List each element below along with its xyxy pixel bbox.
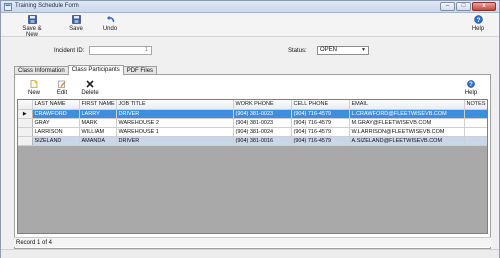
help-icon: ? bbox=[473, 15, 483, 24]
column-header-email[interactable]: EMAIL bbox=[349, 100, 465, 110]
main-toolbar: Save & New Save Undo ? Help bbox=[1, 13, 499, 38]
svg-text:?: ? bbox=[476, 17, 480, 24]
panel-help-label: Help bbox=[464, 90, 478, 96]
cell-last-name[interactable]: SIZELAND bbox=[32, 136, 80, 146]
delete-button[interactable]: Delete bbox=[81, 80, 99, 96]
row-selector-header[interactable] bbox=[18, 100, 33, 110]
chevron-down-icon[interactable]: ▼ bbox=[360, 48, 367, 53]
cell-first-name[interactable]: AMANDA bbox=[79, 136, 117, 146]
undo-label: Undo bbox=[102, 26, 118, 32]
cell-first-name[interactable]: LARRY bbox=[79, 109, 117, 119]
help-label: Help bbox=[471, 26, 485, 32]
edit-button[interactable]: Edit bbox=[56, 80, 68, 96]
record-navigator: Record 1 of 4 bbox=[14, 237, 491, 247]
training-schedule-window: Training Schedule Form – □ x Save & New … bbox=[0, 0, 500, 258]
edit-label: Edit bbox=[56, 90, 68, 96]
grid-header-row: LAST NAME FIRST NAME JOB TITLE WORK PHON… bbox=[18, 100, 487, 110]
incident-id-field[interactable]: 1 bbox=[89, 46, 152, 55]
column-header-work-phone[interactable]: WORK PHONE bbox=[233, 100, 292, 110]
new-label: New bbox=[27, 90, 40, 96]
table-row[interactable]: GRAY MARK WAREHOUSE 2 (904) 381-0023 (90… bbox=[18, 118, 487, 128]
new-icon bbox=[30, 80, 38, 88]
table-row[interactable]: LARRISON WILLIAM WAREHOUSE 1 (904) 381-0… bbox=[18, 127, 487, 137]
title-bar[interactable]: Training Schedule Form – □ x bbox=[1, 1, 499, 13]
new-button[interactable]: New bbox=[27, 80, 41, 96]
cell-cell-phone[interactable]: (904) 716-4579 bbox=[291, 118, 350, 128]
cell-notes[interactable] bbox=[464, 136, 487, 146]
cell-work-phone[interactable]: (904) 381-0016 bbox=[233, 136, 292, 146]
tab-class-participants[interactable]: Class Participants bbox=[67, 65, 124, 75]
column-header-cell-phone[interactable]: CELL PHONE bbox=[291, 100, 350, 110]
table-row[interactable]: ▶ CRAWFORD LARRY DRIVER (904) 381-0023 (… bbox=[18, 109, 487, 119]
row-selector[interactable] bbox=[18, 127, 33, 137]
window-title: Training Schedule Form bbox=[15, 3, 79, 9]
row-selector[interactable] bbox=[18, 118, 33, 128]
status-label: Status: bbox=[288, 48, 307, 54]
cell-email[interactable]: L.CRAWFORD@FLEETWISEVB.COM bbox=[349, 109, 465, 119]
row-selector[interactable] bbox=[18, 136, 33, 146]
participants-panel: New Edit Delete ? Help LAST NAME FIRST N… bbox=[14, 74, 491, 249]
maximize-button[interactable]: □ bbox=[456, 2, 471, 11]
cell-notes[interactable] bbox=[464, 127, 487, 137]
save-and-new-button[interactable]: Save & New bbox=[16, 15, 48, 38]
cell-job-title[interactable]: WAREHOUSE 2 bbox=[116, 118, 234, 128]
delete-label: Delete bbox=[81, 90, 99, 96]
cell-email[interactable]: M.GRAY@FLEETWISEVB.COM bbox=[349, 118, 465, 128]
cell-email[interactable]: A.SIZELAND@FLEETWISEVB.COM bbox=[349, 136, 465, 146]
record-count-text: Record 1 of 4 bbox=[16, 240, 53, 246]
status-value: OPEN bbox=[320, 47, 338, 53]
cell-email[interactable]: W.LARRISON@FLEETWISEVB.COM bbox=[349, 127, 465, 137]
status-dropdown[interactable]: OPEN ▼ bbox=[317, 46, 369, 55]
cell-notes[interactable] bbox=[464, 118, 487, 128]
cell-job-title[interactable]: DRIVER bbox=[116, 136, 234, 146]
cell-job-title[interactable]: DRIVER bbox=[116, 109, 234, 119]
row-indicator-icon[interactable]: ▶ bbox=[18, 109, 33, 119]
edit-icon bbox=[58, 80, 66, 88]
participants-grid: LAST NAME FIRST NAME JOB TITLE WORK PHON… bbox=[17, 99, 488, 234]
save-label: Save bbox=[69, 26, 83, 32]
save-and-new-label: Save & New bbox=[22, 26, 42, 38]
minimize-button[interactable]: – bbox=[440, 2, 455, 11]
cell-last-name[interactable]: CRAWFORD bbox=[32, 109, 80, 119]
column-header-first-name[interactable]: FIRST NAME bbox=[79, 100, 117, 110]
cell-work-phone[interactable]: (904) 381-0023 bbox=[233, 118, 292, 128]
table-row[interactable]: SIZELAND AMANDA DRIVER (904) 381-0016 (9… bbox=[18, 136, 487, 146]
cell-cell-phone[interactable]: (904) 716-4579 bbox=[291, 136, 350, 146]
panel-help-button[interactable]: ? Help bbox=[463, 80, 479, 96]
undo-button[interactable]: Undo bbox=[101, 15, 119, 32]
help-icon: ? bbox=[467, 80, 475, 88]
cell-work-phone[interactable]: (904) 381-0023 bbox=[233, 109, 292, 119]
cell-last-name[interactable]: LARRISON bbox=[32, 127, 80, 137]
column-header-last-name[interactable]: LAST NAME bbox=[32, 100, 80, 110]
svg-text:?: ? bbox=[469, 82, 473, 88]
cell-notes[interactable] bbox=[464, 109, 487, 119]
save-new-icon bbox=[27, 15, 37, 24]
help-button[interactable]: ? Help bbox=[470, 15, 486, 32]
cell-first-name[interactable]: WILLIAM bbox=[79, 127, 117, 137]
cell-last-name[interactable]: GRAY bbox=[32, 118, 80, 128]
incident-id-label: Incident ID: bbox=[54, 48, 85, 54]
save-button[interactable]: Save bbox=[67, 15, 85, 32]
cell-work-phone[interactable]: (904) 381-0024 bbox=[233, 127, 292, 137]
app-icon bbox=[4, 3, 12, 11]
cell-first-name[interactable]: MARK bbox=[79, 118, 117, 128]
delete-icon bbox=[86, 80, 94, 88]
close-button[interactable]: x bbox=[472, 2, 496, 11]
status-bar bbox=[1, 249, 499, 258]
cell-cell-phone[interactable]: (904) 716-4579 bbox=[291, 127, 350, 137]
cell-cell-phone[interactable]: (904) 716-4579 bbox=[291, 109, 350, 119]
save-icon bbox=[71, 15, 81, 24]
column-header-job-title[interactable]: JOB TITLE bbox=[116, 100, 234, 110]
column-header-notes[interactable]: NOTES bbox=[464, 100, 487, 110]
undo-icon bbox=[106, 15, 114, 23]
cell-job-title[interactable]: WAREHOUSE 1 bbox=[116, 127, 234, 137]
